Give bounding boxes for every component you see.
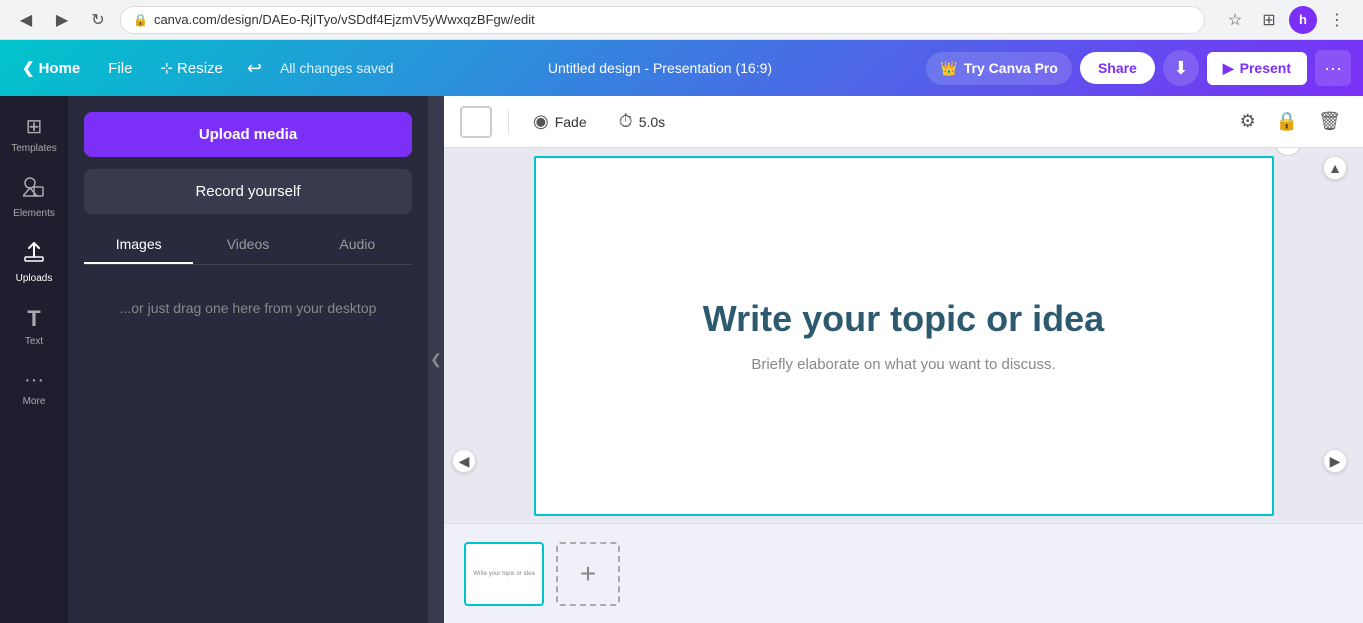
- uploads-icon: [23, 241, 45, 269]
- toolbar-right: ⚙ 🔒 🗑: [1234, 105, 1347, 138]
- templates-icon: ⊞: [26, 114, 43, 139]
- present-label: Present: [1240, 60, 1291, 76]
- upload-media-button[interactable]: Upload media: [84, 112, 412, 157]
- timer-icon: ⏱: [619, 111, 633, 132]
- slide-canvas[interactable]: ↻ Write your topic or idea Briefly elabo…: [534, 156, 1274, 516]
- refresh-button[interactable]: ↻: [84, 6, 112, 34]
- header-actions: 👑 Try Canva Pro Share ⬇ ▶ Present ···: [926, 50, 1351, 86]
- media-tabs: Images Videos Audio: [84, 226, 412, 265]
- forward-button[interactable]: ▶: [48, 6, 76, 34]
- sidebar-item-text-label: Text: [25, 336, 43, 347]
- color-swatch[interactable]: [460, 106, 492, 138]
- sidebar-item-templates[interactable]: ⊞ Templates: [4, 104, 64, 164]
- delete-button[interactable]: 🗑: [1312, 105, 1347, 138]
- download-button[interactable]: ⬇: [1163, 50, 1199, 86]
- home-button[interactable]: ❮ Home: [12, 53, 90, 83]
- resize-icon: ⊹: [160, 59, 173, 77]
- lock-icon: 🔒: [133, 13, 148, 27]
- thumbnails-strip: Write your topic or idea +: [444, 523, 1363, 623]
- fade-icon: ◉: [533, 111, 549, 132]
- thumbnail-1[interactable]: Write your topic or idea: [464, 542, 544, 606]
- canvas-area: ◉ Fade ⏱ 5.0s ⚙ 🔒 🗑 ▲ ◀ ▶ ▼: [444, 96, 1363, 623]
- filter-button[interactable]: ⚙: [1234, 105, 1262, 138]
- elements-icon: [23, 176, 45, 204]
- browser-more-button[interactable]: ⋮: [1323, 6, 1351, 34]
- sidebar-item-more[interactable]: ··· More: [4, 359, 64, 417]
- star-button[interactable]: ☆: [1221, 6, 1249, 34]
- browser-actions: ☆ ⊞ h ⋮: [1221, 6, 1351, 34]
- chevron-left-icon: ❮: [22, 59, 35, 77]
- saved-text: All changes saved: [280, 60, 394, 76]
- sidebar-item-elements[interactable]: Elements: [4, 166, 64, 229]
- timer-button[interactable]: ⏱ 5.0s: [611, 105, 674, 138]
- share-button[interactable]: Share: [1080, 52, 1155, 84]
- tab-audio[interactable]: Audio: [303, 226, 412, 264]
- text-icon: T: [27, 306, 40, 332]
- sidebar: ⊞ Templates Elements Uploads: [0, 96, 68, 623]
- slide-title: Write your topic or idea: [663, 298, 1144, 340]
- sidebar-item-elements-label: Elements: [13, 208, 55, 219]
- app-header: ❮ Home File ⊹ Resize ↩ All changes saved…: [0, 40, 1363, 96]
- sidebar-item-uploads-label: Uploads: [16, 273, 53, 284]
- resize-label: Resize: [177, 60, 223, 77]
- more-options-button[interactable]: ···: [1315, 50, 1351, 86]
- collapse-handle[interactable]: ❮: [428, 96, 444, 623]
- toolbar-separator: [508, 110, 509, 134]
- canvas-viewport[interactable]: ▲ ◀ ▶ ▼ ↻ Write your topic or idea Brief…: [444, 148, 1363, 523]
- home-label: Home: [39, 60, 81, 77]
- profile-button[interactable]: h: [1289, 6, 1317, 34]
- present-button[interactable]: ▶ Present: [1207, 52, 1307, 85]
- record-button[interactable]: Record yourself: [84, 169, 412, 214]
- more-icon: ···: [24, 369, 44, 392]
- fade-button[interactable]: ◉ Fade: [525, 105, 595, 138]
- url-text: canva.com/design/DAEo-RjITyo/vSDdf4EjzmV…: [154, 12, 535, 27]
- rotate-handle[interactable]: ↻: [1274, 148, 1302, 156]
- try-pro-label: Try Canva Pro: [964, 60, 1058, 76]
- lock-button[interactable]: 🔒: [1270, 105, 1304, 138]
- document-title: Untitled design - Presentation (16:9): [402, 60, 919, 76]
- file-button[interactable]: File: [98, 54, 142, 83]
- upload-panel: Upload media Record yourself Images Vide…: [68, 96, 428, 623]
- add-slide-button[interactable]: +: [556, 542, 620, 606]
- tab-images[interactable]: Images: [84, 226, 193, 264]
- sidebar-item-templates-label: Templates: [11, 143, 57, 154]
- sidebar-item-text[interactable]: T Text: [4, 296, 64, 357]
- resize-button[interactable]: ⊹ Resize: [150, 53, 232, 83]
- canvas-toolbar: ◉ Fade ⏱ 5.0s ⚙ 🔒 🗑: [444, 96, 1363, 148]
- crown-icon: 👑: [940, 60, 957, 77]
- undo-button[interactable]: ↩: [241, 52, 268, 85]
- browser-bar: ◀ ▶ ↻ 🔒 canva.com/design/DAEo-RjITyo/vSD…: [0, 0, 1363, 40]
- sidebar-item-uploads[interactable]: Uploads: [4, 231, 64, 294]
- collapse-icon: ❮: [430, 351, 442, 368]
- tab-videos[interactable]: Videos: [193, 226, 302, 264]
- timer-label: 5.0s: [639, 114, 665, 130]
- scroll-right-arrow[interactable]: ▶: [1323, 449, 1347, 473]
- slide-subtitle: Briefly elaborate on what you want to di…: [751, 356, 1055, 373]
- main-content: ⊞ Templates Elements Uploads: [0, 96, 1363, 623]
- extensions-button[interactable]: ⊞: [1255, 6, 1283, 34]
- try-pro-button[interactable]: 👑 Try Canva Pro: [926, 52, 1072, 85]
- address-bar[interactable]: 🔒 canva.com/design/DAEo-RjITyo/vSDdf4Ejz…: [120, 6, 1205, 34]
- scroll-up-arrow[interactable]: ▲: [1323, 156, 1347, 180]
- sidebar-item-more-label: More: [23, 396, 46, 407]
- scroll-left-arrow[interactable]: ◀: [452, 449, 476, 473]
- present-icon: ▶: [1223, 60, 1234, 77]
- drag-hint: ...or just drag one here from your deskt…: [84, 277, 412, 339]
- back-button[interactable]: ◀: [12, 6, 40, 34]
- fade-label: Fade: [555, 114, 587, 130]
